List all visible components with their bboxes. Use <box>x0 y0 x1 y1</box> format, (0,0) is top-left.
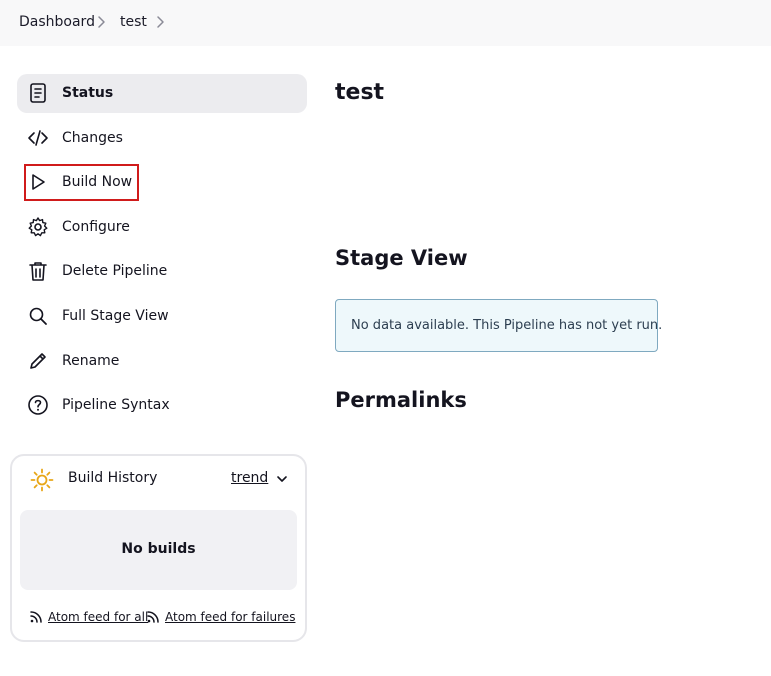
sun-icon <box>30 468 54 492</box>
pencil-icon <box>30 353 46 369</box>
build-history-card: Build History trend No builds Atom feed … <box>10 454 307 642</box>
chevron-right-icon <box>157 16 164 28</box>
rss-icon <box>30 611 42 623</box>
atom-feed-failures-link[interactable]: Atom feed for failures <box>165 610 295 624</box>
sidebar-item-changes[interactable]: Changes <box>17 119 307 158</box>
help-icon <box>28 395 48 415</box>
sidebar-item-delete-pipeline[interactable]: Delete Pipeline <box>17 252 307 291</box>
code-icon <box>28 130 48 146</box>
sidebar-item-status[interactable]: Status <box>17 74 307 113</box>
sidebar-item-rename[interactable]: Rename <box>17 342 307 381</box>
build-history-title: Build History <box>68 470 158 486</box>
trash-icon <box>29 262 47 281</box>
sidebar-item-full-stage-view[interactable]: Full Stage View <box>17 297 307 336</box>
build-now-highlight <box>24 164 139 201</box>
stage-view-heading: Stage View <box>335 246 468 270</box>
chevron-right-icon <box>98 16 105 28</box>
rss-icon <box>147 611 159 623</box>
sidebar-item-label: Changes <box>62 130 123 146</box>
no-builds-label: No builds <box>121 541 196 557</box>
sidebar-item-label: Delete Pipeline <box>62 263 168 279</box>
stage-view-notice-text: No data available. This Pipeline has not… <box>351 318 663 333</box>
trend-link[interactable]: trend <box>231 470 268 486</box>
sidebar-item-label: Status <box>62 85 114 101</box>
breadcrumb: Dashboard test <box>0 0 771 46</box>
sidebar-item-label: Full Stage View <box>62 308 169 324</box>
chevron-down-icon[interactable] <box>274 471 290 487</box>
sidebar-item-label: Configure <box>62 219 130 235</box>
page-title: test <box>335 80 385 105</box>
breadcrumb-dashboard[interactable]: Dashboard <box>19 14 95 30</box>
search-icon <box>29 307 47 325</box>
sidebar-item-pipeline-syntax[interactable]: Pipeline Syntax <box>17 386 307 425</box>
no-builds-panel: No builds <box>20 510 297 590</box>
breadcrumb-test[interactable]: test <box>120 14 147 30</box>
sidebar-item-label: Rename <box>62 353 120 369</box>
gear-icon <box>28 217 48 237</box>
sidebar-item-configure[interactable]: Configure <box>17 208 307 247</box>
stage-view-notice: No data available. This Pipeline has not… <box>335 299 662 352</box>
atom-feed-all-link[interactable]: Atom feed for all <box>48 610 148 624</box>
document-icon <box>30 83 46 103</box>
sidebar-item-label: Pipeline Syntax <box>62 397 170 413</box>
permalinks-heading: Permalinks <box>335 388 467 412</box>
